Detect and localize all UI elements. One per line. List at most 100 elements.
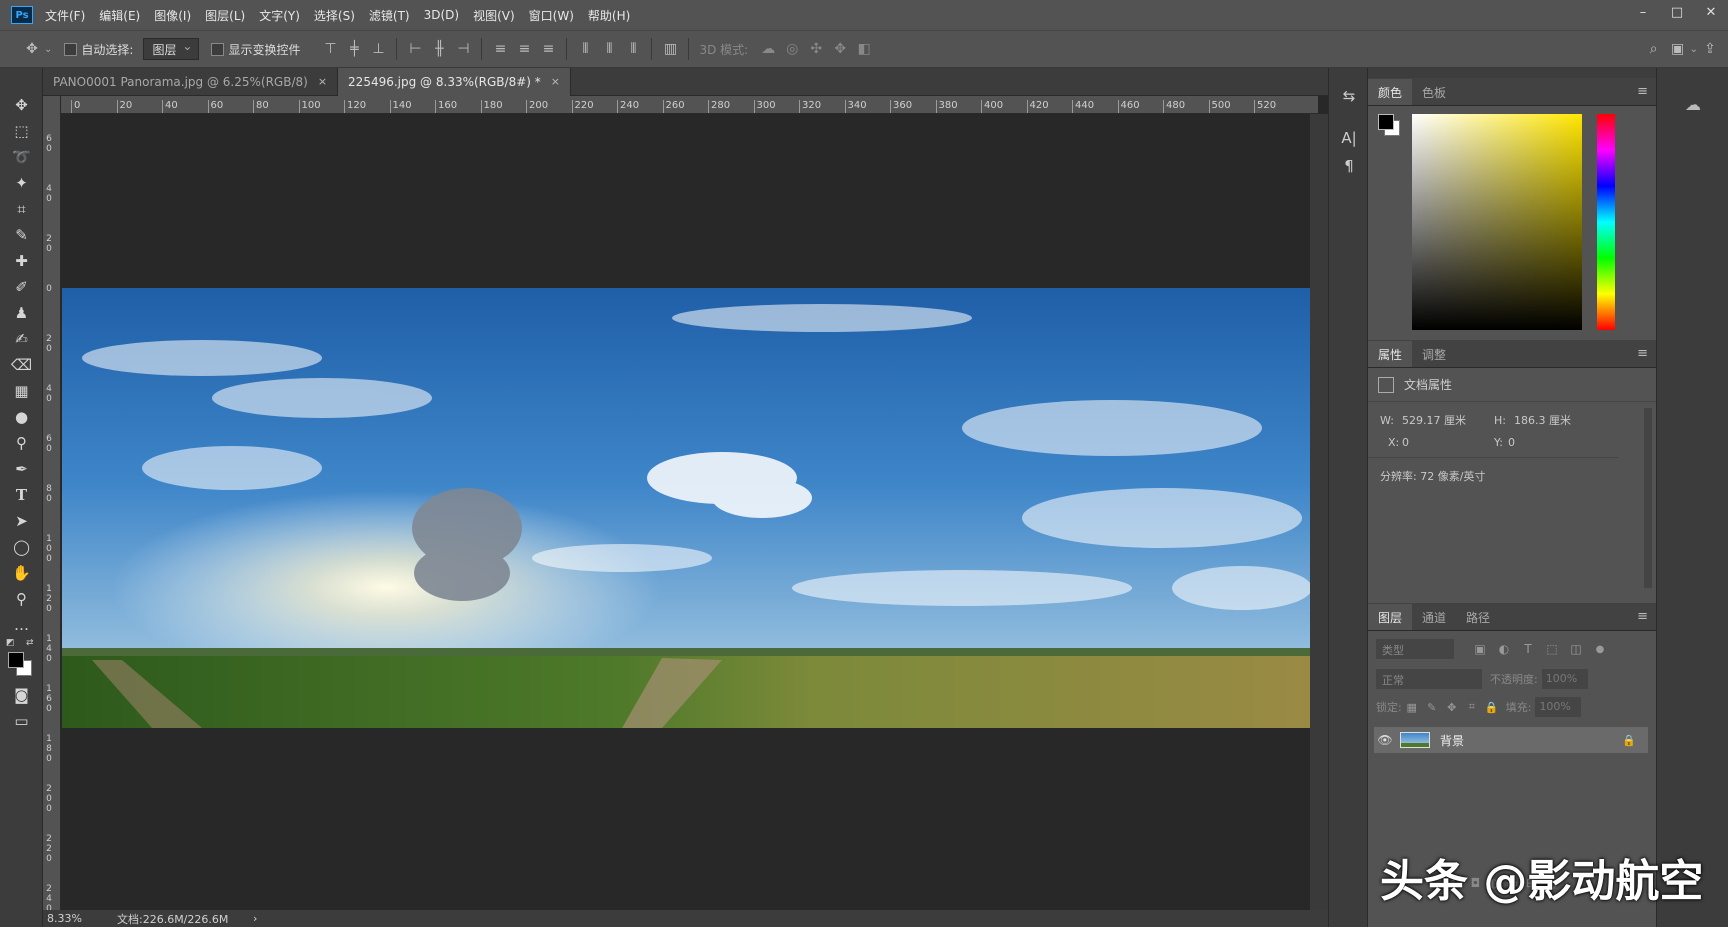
3d-orbit-icon[interactable]: ☁ <box>756 37 780 61</box>
tab-paths[interactable]: 路径 <box>1456 604 1500 630</box>
tab-panorama[interactable]: PANO0001 Panorama.jpg @ 6.25%(RGB/8) × <box>43 67 339 96</box>
healing-brush-icon[interactable]: ✚ <box>0 248 43 274</box>
x-value[interactable]: 0 <box>1402 436 1494 449</box>
history-brush-icon[interactable]: ✍ <box>0 326 43 352</box>
tab-swatches[interactable]: 色板 <box>1412 79 1456 105</box>
menu-image[interactable]: 图像(I) <box>154 7 191 24</box>
foreground-color-swatch[interactable] <box>8 652 24 668</box>
foreground-color-swatch[interactable] <box>1378 114 1394 130</box>
3d-scale-icon[interactable]: ◧ <box>852 37 876 61</box>
menu-layer[interactable]: 图层(L) <box>205 7 245 24</box>
filter-type-icon[interactable]: T <box>1516 637 1540 661</box>
align-vcenter-icon[interactable]: ╪ <box>342 37 366 61</box>
menu-view[interactable]: 视图(V) <box>473 7 515 24</box>
quick-mask-icon[interactable]: ◙ <box>0 682 43 708</box>
align-left-icon[interactable]: ⊢ <box>403 37 427 61</box>
vertical-scrollbar[interactable] <box>1310 114 1328 910</box>
hue-slider[interactable] <box>1597 114 1615 330</box>
align-bottom-icon[interactable]: ⊥ <box>366 37 390 61</box>
lock-pixels-icon[interactable]: ✎ <box>1422 695 1442 719</box>
show-transform-checkbox[interactable] <box>211 42 225 56</box>
auto-select-dropdown[interactable]: 图层 <box>143 38 200 60</box>
fill-input[interactable]: 100% <box>1535 697 1582 717</box>
zoom-level[interactable]: 8.33% <box>47 912 107 925</box>
pen-tool-icon[interactable]: ✒ <box>0 456 43 482</box>
default-colors-icon[interactable]: ◩ <box>6 638 15 648</box>
menu-edit[interactable]: 编辑(E) <box>99 7 140 24</box>
close-icon[interactable]: × <box>318 75 327 88</box>
chevron-down-icon[interactable]: ⌄ <box>1690 44 1698 55</box>
tab-properties[interactable]: 属性 <box>1368 341 1413 367</box>
more-tools-icon[interactable]: … <box>0 612 43 638</box>
close-icon[interactable]: × <box>551 75 560 88</box>
eyedropper-icon[interactable]: ✎ <box>0 222 43 248</box>
menu-help[interactable]: 帮助(H) <box>588 7 630 24</box>
distribute-vcenter-icon[interactable]: ≡ <box>512 37 536 61</box>
align-right-icon[interactable]: ⊣ <box>451 37 475 61</box>
eraser-icon[interactable]: ⌫ <box>0 352 43 378</box>
zoom-tool-icon[interactable]: ⚲ <box>0 586 43 612</box>
layer-row[interactable]: 👁 背景 🔒 <box>1374 727 1648 753</box>
y-value[interactable]: 0 <box>1508 436 1515 449</box>
dodge-tool-icon[interactable]: ⚲ <box>0 430 43 456</box>
tab-channels[interactable]: 通道 <box>1412 604 1456 630</box>
w-value[interactable]: 529.17 厘米 <box>1402 412 1494 428</box>
status-menu-arrow[interactable]: › <box>253 912 257 925</box>
screen-mode-icon[interactable]: ▭ <box>0 708 43 734</box>
color-field[interactable] <box>1412 114 1582 330</box>
chevron-down-icon[interactable]: ⌄ <box>44 44 52 55</box>
vertical-ruler[interactable]: 6 0 4 0 2 0 0 2 0 4 0 6 0 8 0 1 0 0 1 2 0 1 4 0 1 6… <box>43 96 61 910</box>
lock-artboard-icon[interactable]: ⌗ <box>1462 695 1482 719</box>
crop-tool-icon[interactable]: ⌗ <box>0 196 43 222</box>
filter-toggle-icon[interactable]: ● <box>1588 637 1612 661</box>
distribute-right-icon[interactable]: ⫴ <box>621 37 645 61</box>
path-select-icon[interactable]: ➤ <box>0 508 43 534</box>
move-tool-icon[interactable]: ✥ <box>20 37 44 61</box>
distribute-hcenter-icon[interactable]: ⫴ <box>597 37 621 61</box>
maximize-icon[interactable]: □ <box>1660 0 1694 24</box>
filter-smart-icon[interactable]: ◫ <box>1564 637 1588 661</box>
blur-tool-icon[interactable]: ● <box>0 404 43 430</box>
gradient-tool-icon[interactable]: ▦ <box>0 378 43 404</box>
filter-adjust-icon[interactable]: ◐ <box>1492 637 1516 661</box>
type-tool-icon[interactable]: T <box>0 482 43 508</box>
menu-file[interactable]: 文件(F) <box>45 7 85 24</box>
panel-menu-icon[interactable]: ≡ <box>1637 609 1648 624</box>
menu-filter[interactable]: 滤镜(T) <box>369 7 410 24</box>
character-panel-icon[interactable]: A| <box>1329 124 1369 152</box>
brush-tool-icon[interactable]: ✐ <box>0 274 43 300</box>
magic-wand-icon[interactable]: ✦ <box>0 170 43 196</box>
distribute-bottom-icon[interactable]: ≡ <box>536 37 560 61</box>
ellipse-tool-icon[interactable]: ◯ <box>0 534 43 560</box>
3d-slide-icon[interactable]: ✥ <box>828 37 852 61</box>
menu-type[interactable]: 文字(Y) <box>259 7 300 24</box>
lock-transparent-icon[interactable]: ▦ <box>1402 695 1422 719</box>
close-icon[interactable]: ✕ <box>1694 0 1728 24</box>
share-icon[interactable]: ⇪ <box>1698 37 1722 61</box>
tab-adjustments[interactable]: 调整 <box>1412 341 1456 367</box>
visibility-eye-icon[interactable]: 👁 <box>1374 733 1396 747</box>
opacity-input[interactable]: 100% <box>1541 669 1588 689</box>
tab-225496[interactable]: 225496.jpg @ 8.33%(RGB/8#) * × <box>338 67 571 96</box>
menu-window[interactable]: 窗口(W) <box>529 7 574 24</box>
marquee-tool-icon[interactable]: ⬚ <box>0 118 43 144</box>
hand-tool-icon[interactable]: ✋ <box>0 560 43 586</box>
3d-pan-icon[interactable]: ✣ <box>804 37 828 61</box>
layer-name[interactable]: 背景 <box>1440 732 1622 749</box>
history-panel-icon[interactable]: ⇆ <box>1329 82 1369 110</box>
distribute-left-icon[interactable]: ⫴ <box>573 37 597 61</box>
align-top-icon[interactable]: ⊤ <box>318 37 342 61</box>
properties-scrollbar[interactable] <box>1644 408 1652 588</box>
swap-colors-icon[interactable]: ⇄ <box>26 638 34 648</box>
auto-select-checkbox[interactable] <box>64 42 78 56</box>
layer-filter-input[interactable]: 类型 <box>1376 639 1454 659</box>
lasso-tool-icon[interactable]: ➰ <box>0 144 43 170</box>
tab-color[interactable]: 颜色 <box>1368 79 1413 105</box>
workspace-icon[interactable]: ▣ <box>1666 37 1690 61</box>
filter-pixel-icon[interactable]: ▣ <box>1468 637 1492 661</box>
blend-mode-select[interactable]: 正常 <box>1376 669 1482 689</box>
tab-layers[interactable]: 图层 <box>1368 604 1413 630</box>
align-hcenter-icon[interactable]: ╫ <box>427 37 451 61</box>
distribute-top-icon[interactable]: ≡ <box>488 37 512 61</box>
search-icon[interactable]: ⌕ <box>1642 37 1666 61</box>
